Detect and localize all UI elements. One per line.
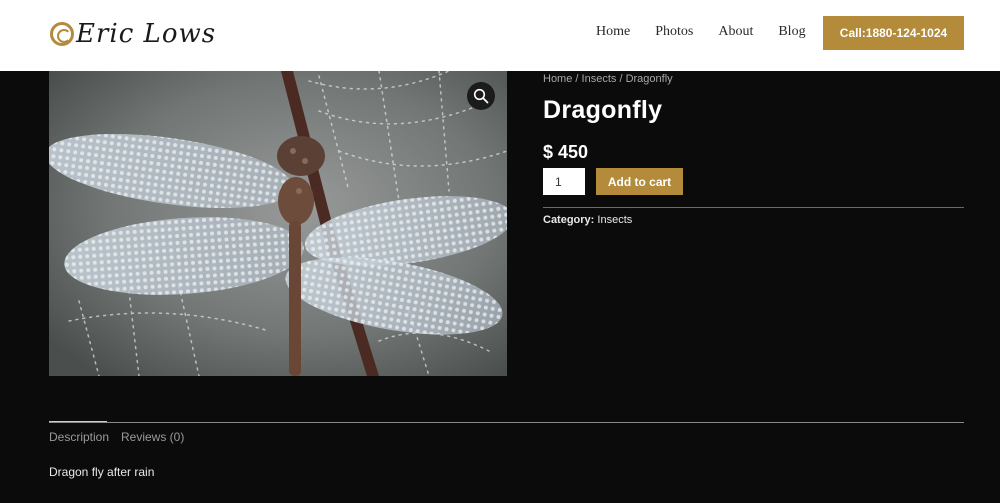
divider xyxy=(543,207,964,208)
add-to-cart-button[interactable]: Add to cart xyxy=(596,168,683,195)
site-logo[interactable]: Eric Lows xyxy=(50,14,216,54)
call-button[interactable]: Call:1880-124-1024 xyxy=(823,16,964,50)
product-title: Dragonfly xyxy=(543,96,663,124)
category-link[interactable]: Insects xyxy=(597,214,632,226)
site-header: Eric Lows Home Photos About Blog Call:18… xyxy=(0,0,1000,71)
breadcrumb: Home / Insects / Dragonfly xyxy=(543,73,673,85)
category-label: Category: xyxy=(543,214,595,226)
nav-home[interactable]: Home xyxy=(596,24,630,40)
breadcrumb-current: Dragonfly xyxy=(625,73,673,85)
zoom-icon xyxy=(473,88,489,104)
tab-reviews[interactable]: Reviews (0) xyxy=(121,430,184,444)
logo-emblem-icon xyxy=(50,22,74,46)
nav-photos[interactable]: Photos xyxy=(655,24,693,40)
breadcrumb-separator: / xyxy=(575,73,579,85)
dragonfly-photo xyxy=(49,71,507,376)
zoom-button[interactable] xyxy=(467,82,495,110)
tab-description[interactable]: Description xyxy=(49,430,109,444)
description-text: Dragon fly after rain xyxy=(49,465,155,479)
nav-blog[interactable]: Blog xyxy=(778,24,805,40)
breadcrumb-home[interactable]: Home xyxy=(543,73,572,85)
breadcrumb-separator: / xyxy=(619,73,623,85)
product-price: $ 450 xyxy=(543,142,589,162)
product-image[interactable] xyxy=(49,71,507,376)
logo-text: Eric Lows xyxy=(76,19,217,49)
quantity-input[interactable] xyxy=(543,168,585,195)
product-category: Category: Insects xyxy=(543,214,632,226)
main-nav: Home Photos About Blog xyxy=(596,24,830,40)
nav-about[interactable]: About xyxy=(718,24,753,40)
tabs-divider xyxy=(49,422,964,423)
breadcrumb-insects[interactable]: Insects xyxy=(582,73,617,85)
